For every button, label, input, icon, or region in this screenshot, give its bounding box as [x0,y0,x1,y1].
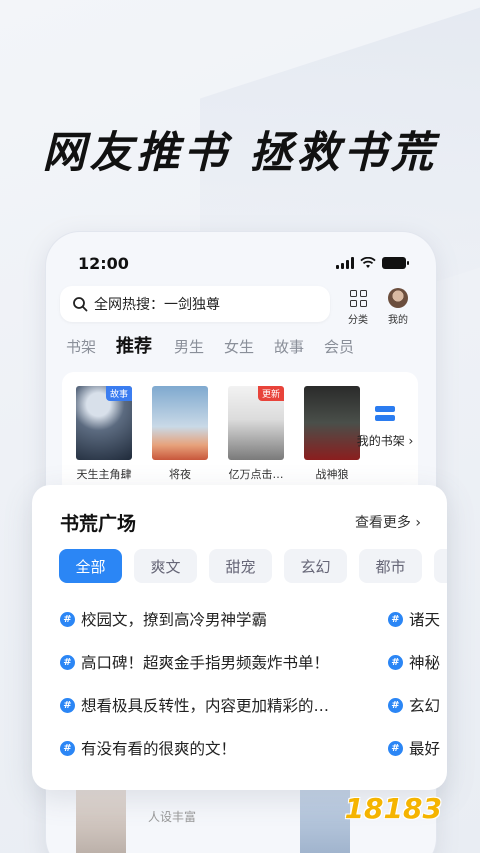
book-cover: 故事 [76,386,132,460]
profile-label: 我的 [388,315,408,326]
topic-item-right[interactable]: # 神秘 [388,651,440,673]
peek-book-cover [76,790,126,853]
book-tag: 故事 [105,386,132,401]
book-plaza-card: 书荒广场 查看更多 › 全部 爽文 甜宠 玄幻 都市 # 校园文，撩到高冷男神学… [32,485,447,790]
status-time: 12:00 [78,254,129,273]
chip-tianchong[interactable]: 甜宠 [209,549,272,583]
topic-text: 诸天 [409,611,441,629]
avatar [388,288,408,308]
card-title: 书荒广场 [60,513,137,535]
signal-icon [336,257,354,269]
book-item[interactable]: 更新 亿万点击… [228,386,284,482]
book-item[interactable]: 将夜 [152,386,208,482]
topic-text: 玄幻 [409,697,441,715]
book-tag: 更新 [257,386,284,401]
hashtag-icon: # [60,654,75,670]
chip-shuangwen[interactable]: 爽文 [134,549,197,583]
tab-vip[interactable]: 会员 [324,336,374,358]
hashtag-icon: # [388,611,403,627]
search-bar[interactable]: 全网热搜：一剑独尊 [60,286,330,322]
topic-item-right[interactable]: # 玄幻 [388,694,440,716]
search-hot-text: 全网热搜：一剑独尊 [94,297,220,313]
book-title: 亿万点击… [228,468,284,481]
hashtag-icon: # [60,740,75,756]
watermark-text: 18183 [344,792,442,825]
book-item[interactable]: 故事 天生主角肆 [76,386,132,482]
topic-item[interactable]: # 高口碑！超爽金手指男频轰炸书单！ [60,651,329,673]
wifi-icon [360,257,376,268]
tab-story[interactable]: 故事 [274,336,324,358]
hashtag-icon: # [388,740,403,756]
chip-dushi[interactable]: 都市 [359,549,422,583]
book-title: 将夜 [169,468,191,481]
book-title: 战神狼 [315,468,349,481]
topic-text: 校园文，撩到高冷男神学霸 [81,611,268,629]
category-tabs: 书架 推荐 男生 女生 故事 会员 [66,336,374,358]
grid-icon [349,290,367,307]
bookshelf-panel: 故事 天生主角肆 将夜 更新 亿万点击… 战神狼 我的书架 › [62,372,418,502]
profile-button[interactable]: 我的 [388,288,408,326]
category-label: 分类 [348,315,368,326]
my-shelf-button[interactable]: 我的书架 › [352,406,418,449]
peek-book-cover [300,790,350,853]
my-shelf-label: 我的书架 › [356,434,414,448]
view-more-link[interactable]: 查看更多 › [355,512,421,532]
topic-item-right[interactable]: # 诸天 [388,608,440,630]
bookshelf-icon [375,406,395,422]
hashtag-icon: # [388,654,403,670]
category-button[interactable]: 分类 [348,288,368,326]
hashtag-icon: # [60,611,75,627]
topic-item[interactable]: # 想看极具反转性，内容更加精彩的… [60,694,329,716]
status-bar: 12:00 [78,254,409,276]
tab-male[interactable]: 男生 [174,336,224,358]
status-icons [336,257,409,269]
book-title: 天生主角肆 [76,468,132,481]
chip-partial[interactable] [434,549,447,583]
genre-chips: 全部 爽文 甜宠 玄幻 都市 [59,549,447,583]
promo-headline: 网友推书 拯救书荒 [42,128,438,178]
battery-icon [382,257,409,269]
book-cover: 更新 [228,386,284,460]
chip-all[interactable]: 全部 [59,549,122,583]
watermark-logo: 18183 [345,785,462,843]
search-icon [73,297,88,312]
topic-item[interactable]: # 校园文，撩到高冷男神学霸 [60,608,267,630]
topic-text: 神秘 [409,654,441,672]
topic-text: 想看极具反转性，内容更加精彩的… [81,697,330,715]
topic-text: 最好 [409,740,441,758]
tab-recommend[interactable]: 推荐 [116,336,174,358]
topic-text: 有没有看的很爽的文！ [81,740,237,758]
hashtag-icon: # [60,697,75,713]
topic-text: 高口碑！超爽金手指男频轰炸书单！ [81,654,330,672]
tab-female[interactable]: 女生 [224,336,274,358]
chip-xuanhuan[interactable]: 玄幻 [284,549,347,583]
hashtag-icon: # [388,697,403,713]
peek-book-text: 人设丰富 [148,810,197,824]
topic-item-right[interactable]: # 最好 [388,737,440,759]
tab-bookshelf[interactable]: 书架 [66,336,116,358]
topic-item[interactable]: # 有没有看的很爽的文！ [60,737,236,759]
book-cover [152,386,208,460]
